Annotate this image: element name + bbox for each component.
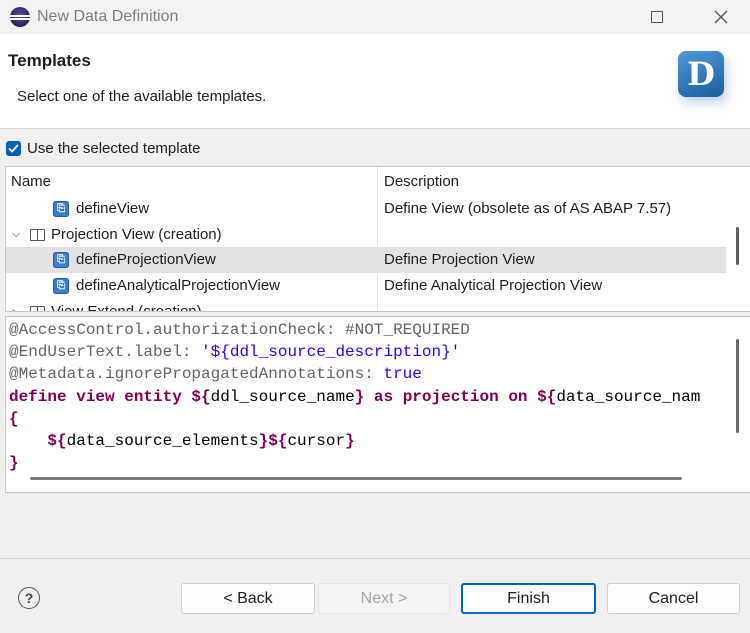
ddl-logo-icon: D — [678, 51, 724, 97]
finish-button[interactable]: Finish — [461, 583, 596, 614]
code-line: define view entity ${ddl_source_name} as… — [9, 388, 701, 406]
row-name: defineProjectionView — [76, 251, 216, 268]
close-button[interactable] — [698, 0, 744, 34]
table-scrollbar[interactable] — [727, 167, 750, 311]
eclipse-icon — [10, 7, 30, 27]
code-line: @EndUserText.label: '${ddl_source_descri… — [9, 343, 461, 361]
help-icon[interactable]: ? — [18, 587, 40, 609]
cancel-button-label: Cancel — [648, 589, 699, 607]
footer-separator — [0, 558, 750, 559]
chevron-down-icon[interactable]: ⌵ — [12, 228, 24, 241]
row-name: View Extend (creation) — [51, 303, 202, 312]
wizard-header: Templates Select one of the available te… — [0, 34, 750, 129]
book-icon — [30, 228, 45, 241]
cancel-button[interactable]: Cancel — [607, 583, 740, 614]
chevron-right-icon[interactable]: › — [12, 306, 24, 312]
template-preview[interactable]: @AccessControl.authorizationCheck: #NOT_… — [5, 316, 750, 493]
window-title: New Data Definition — [37, 8, 179, 25]
row-description: Define View (obsolete as of AS ABAP 7.57… — [384, 200, 672, 217]
back-button[interactable]: < Back — [181, 583, 315, 614]
table-row-selected[interactable]: ⎘ defineProjectionView Define Projection… — [6, 247, 726, 273]
next-button[interactable]: Next > — [318, 583, 450, 614]
back-button-label: < Back — [223, 589, 273, 607]
code-line: } — [9, 454, 19, 472]
next-button-label: Next > — [360, 589, 408, 607]
code-line: ${data_source_elements}${cursor} — [47, 432, 355, 450]
template-table[interactable]: Name Description ⎘ defineView Define Vie… — [5, 166, 750, 312]
table-row[interactable]: ⎘ defineAnalyticalProjectionView Define … — [6, 273, 726, 299]
page-description: Select one of the available templates. — [17, 88, 267, 105]
row-name: Projection View (creation) — [51, 226, 222, 243]
template-icon: ⎘ — [53, 200, 69, 217]
table-row[interactable]: ⎘ defineView Define View (obsolete as of… — [6, 196, 726, 222]
column-header-description[interactable]: Description — [384, 167, 459, 196]
template-icon: ⎘ — [53, 277, 69, 294]
row-name: defineView — [76, 200, 150, 217]
close-icon — [714, 10, 728, 24]
row-description: Define Analytical Projection View — [384, 277, 603, 294]
table-scrollbar-thumb[interactable] — [736, 227, 739, 265]
maximize-icon — [651, 11, 663, 23]
code-line: { — [9, 410, 19, 428]
finish-button-label: Finish — [507, 589, 550, 607]
book-icon — [30, 305, 45, 311]
table-row-group[interactable]: ⌵ Projection View (creation) — [6, 222, 726, 248]
code-line: @Metadata.ignorePropagatedAnnotations: t… — [9, 365, 422, 383]
table-row-group[interactable]: › View Extend (creation) — [6, 299, 726, 312]
preview-vertical-scrollbar[interactable] — [736, 339, 739, 433]
row-name: defineAnalyticalProjectionView — [76, 277, 281, 294]
template-icon: ⎘ — [53, 251, 69, 268]
page-title: Templates — [8, 51, 91, 70]
maximize-button[interactable] — [634, 0, 680, 34]
title-bar: New Data Definition — [0, 0, 750, 34]
code-line: @AccessControl.authorizationCheck: #NOT_… — [9, 321, 470, 339]
checkmark-icon — [8, 144, 19, 153]
column-header-name[interactable]: Name — [11, 167, 51, 196]
preview-horizontal-scrollbar[interactable] — [30, 477, 682, 480]
use-template-option[interactable]: Use the selected template — [6, 140, 200, 157]
row-description: Define Projection View — [384, 251, 535, 268]
use-template-label: Use the selected template — [27, 140, 201, 157]
use-template-checkbox[interactable] — [6, 141, 21, 156]
